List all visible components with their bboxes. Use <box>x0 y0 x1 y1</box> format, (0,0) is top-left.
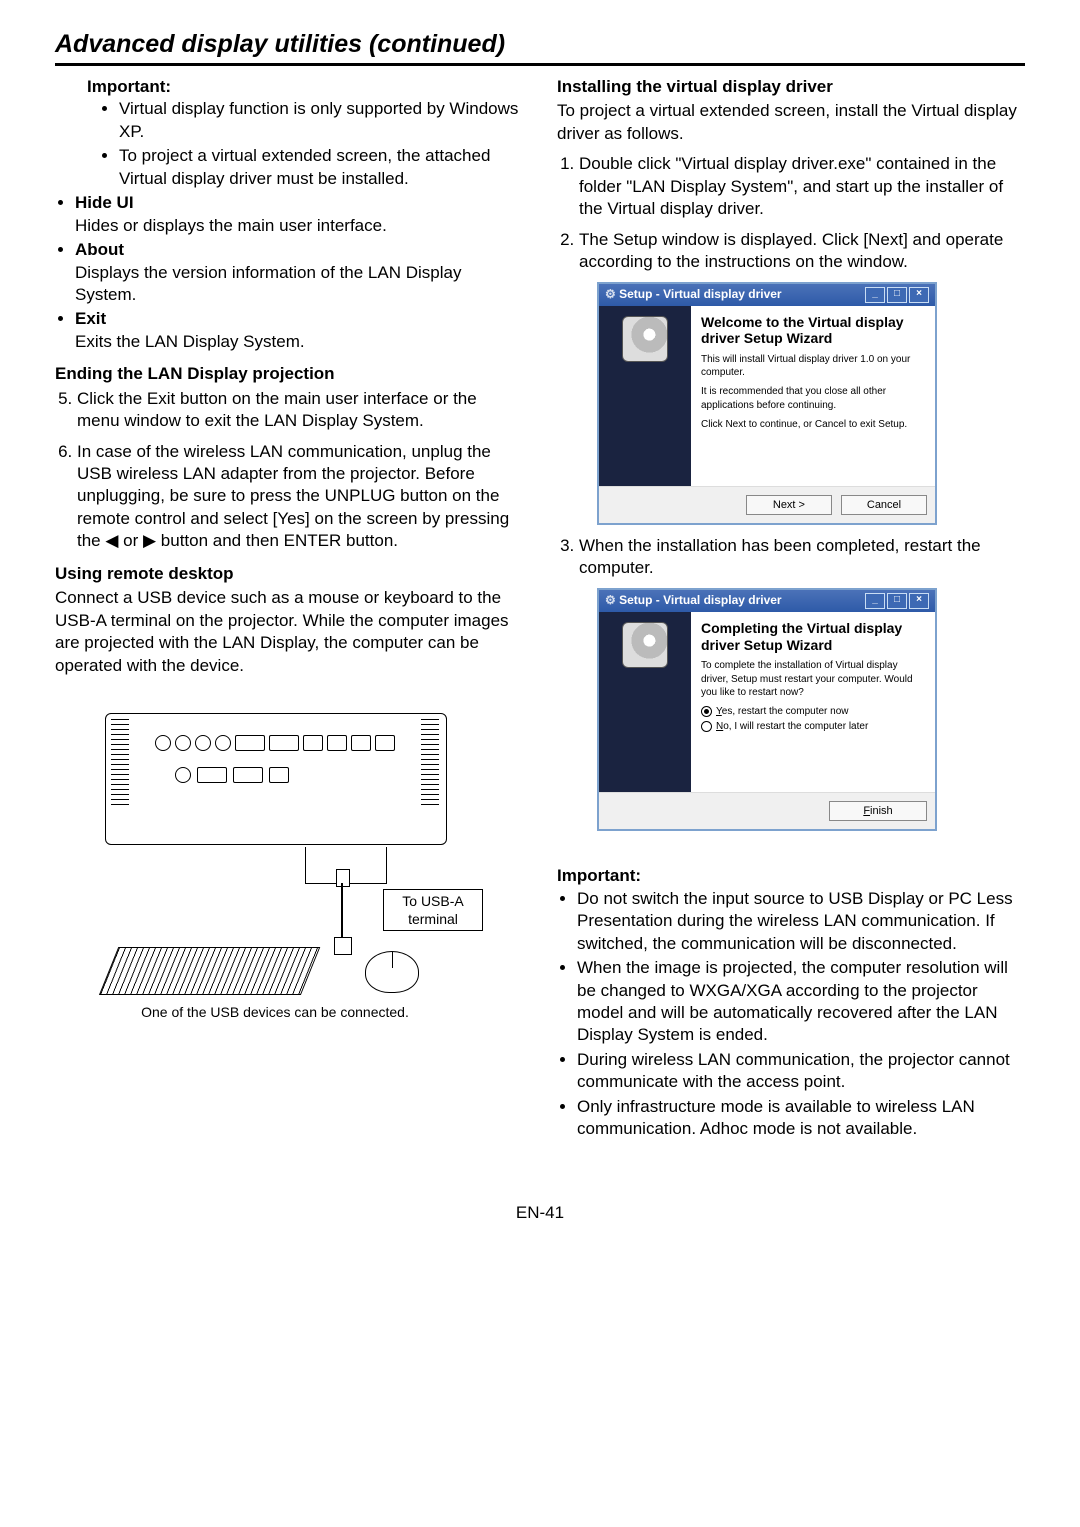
projector-figure: To USB-Aterminal <box>85 689 523 999</box>
next-button[interactable]: Next > <box>746 495 832 516</box>
maximize-icon[interactable]: □ <box>887 287 907 303</box>
page-number: EN-41 <box>55 1203 1025 1223</box>
menu-item: About Displays the version information o… <box>75 239 523 306</box>
finish-button[interactable]: Finish <box>829 801 927 822</box>
important-item: Virtual display function is only support… <box>119 98 523 143</box>
important-item: To project a virtual extended screen, th… <box>119 145 523 190</box>
disc-icon <box>622 622 668 668</box>
close-icon[interactable]: × <box>909 287 929 303</box>
menu-label: Hide UI <box>75 193 134 212</box>
setup-wizard-dialog-1: ⚙ Setup - Virtual display driver _ □ × W… <box>597 282 937 526</box>
menu-desc: Exits the LAN Display System. <box>75 332 305 351</box>
maximize-icon[interactable]: □ <box>887 593 907 609</box>
radio-option-yes[interactable]: Yes, restart the computer now <box>701 705 925 718</box>
usb-a-label: To USB-Aterminal <box>383 889 483 931</box>
important-heading-left: Important: <box>87 76 523 98</box>
important-heading-right: Important: <box>557 865 1025 887</box>
install-intro: To project a virtual extended screen, in… <box>557 100 1025 145</box>
cancel-button[interactable]: Cancel <box>841 495 927 516</box>
dialog-title: ⚙ Setup - Virtual display driver <box>605 593 782 609</box>
ending-heading: Ending the LAN Display projection <box>55 363 523 385</box>
important-item: When the image is projected, the compute… <box>577 957 1025 1047</box>
grill-icon <box>111 719 129 809</box>
wizard-text: Click Next to continue, or Cancel to exi… <box>701 418 925 431</box>
important-item: Do not switch the input source to USB Di… <box>577 888 1025 955</box>
menu-desc: Hides or displays the main user interfac… <box>75 216 387 235</box>
page-title: Advanced display utilities (continued) <box>55 30 1025 59</box>
ending-step: In case of the wireless LAN communicatio… <box>77 441 523 553</box>
install-heading: Installing the virtual display driver <box>557 76 1025 98</box>
figure-caption: One of the USB devices can be connected. <box>85 1003 465 1021</box>
wizard-text: This will install Virtual display driver… <box>701 353 925 379</box>
close-icon[interactable]: × <box>909 593 929 609</box>
left-column: Important: Virtual display function is o… <box>55 76 523 1143</box>
remote-body: Connect a USB device such as a mouse or … <box>55 587 523 677</box>
disc-icon <box>622 316 668 362</box>
usb-plug-icon <box>334 937 352 955</box>
important-item: During wireless LAN communication, the p… <box>577 1049 1025 1094</box>
menu-label: About <box>75 240 124 259</box>
radio-icon <box>701 721 712 732</box>
title-rule <box>55 63 1025 66</box>
dialog-title: ⚙ Setup - Virtual display driver <box>605 287 782 303</box>
remote-heading: Using remote desktop <box>55 563 523 585</box>
cable-icon <box>341 883 343 941</box>
menu-label: Exit <box>75 309 106 328</box>
wizard-text: It is recommended that you close all oth… <box>701 385 925 411</box>
grill-icon <box>421 719 439 809</box>
wizard-heading: Welcome to the Virtual display driver Se… <box>701 314 925 348</box>
ending-step: Click the Exit button on the main user i… <box>77 388 523 433</box>
menu-item: Exit Exits the LAN Display System. <box>75 308 523 353</box>
setup-wizard-dialog-2: ⚙ Setup - Virtual display driver _ □ × C… <box>597 588 937 832</box>
menu-desc: Displays the version information of the … <box>75 263 461 304</box>
install-step: When the installation has been completed… <box>579 535 1025 580</box>
radio-icon <box>701 706 712 717</box>
mouse-icon <box>365 951 419 993</box>
minimize-icon[interactable]: _ <box>865 287 885 303</box>
wizard-heading: Completing the Virtual display driver Se… <box>701 620 925 654</box>
right-column: Installing the virtual display driver To… <box>557 76 1025 1143</box>
important-item: Only infrastructure mode is available to… <box>577 1096 1025 1141</box>
install-step: Double click "Virtual display driver.exe… <box>579 153 1025 220</box>
wizard-text: To complete the installation of Virtual … <box>701 659 925 699</box>
keyboard-icon <box>100 947 319 993</box>
minimize-icon[interactable]: _ <box>865 593 885 609</box>
menu-item: Hide UI Hides or displays the main user … <box>75 192 523 237</box>
radio-option-no[interactable]: No, I will restart the computer later <box>701 720 925 733</box>
install-step: The Setup window is displayed. Click [Ne… <box>579 229 1025 274</box>
usb-plug-icon <box>336 869 350 887</box>
